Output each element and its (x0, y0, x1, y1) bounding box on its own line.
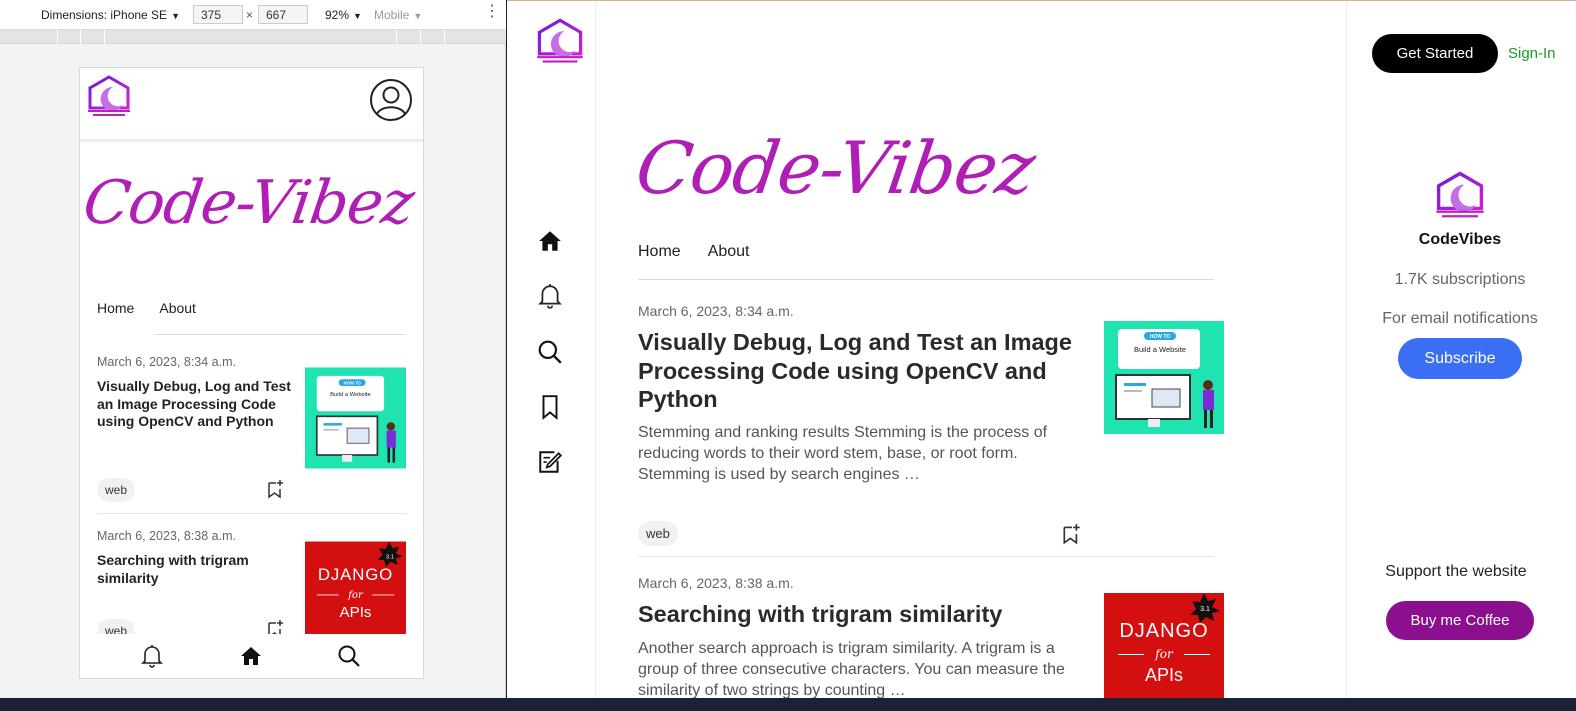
post-thumbnail[interactable]: 3.1 DJANGO for APIs (1104, 593, 1224, 698)
svg-text:DJANGO: DJANGO (318, 565, 393, 584)
home-icon[interactable] (537, 228, 563, 254)
post-date: March 6, 2023, 8:34 a.m. (638, 303, 794, 319)
post-title[interactable]: Visually Debug, Log and Test an Image Pr… (97, 378, 292, 431)
email-notifications-label: For email notifications (1382, 310, 1538, 327)
search-icon[interactable] (537, 339, 563, 365)
more-options-icon[interactable]: ⋮ (484, 4, 500, 20)
support-label: Support the website (1385, 563, 1527, 580)
logo-icon (1436, 171, 1484, 218)
buy-me-coffee-button[interactable]: Buy me Coffee (1386, 601, 1534, 640)
zoom-select[interactable]: 92% ▼ (325, 8, 362, 22)
svg-text:Build a Website: Build a Website (330, 392, 371, 398)
device-width-input[interactable] (193, 5, 243, 24)
svg-text:Build a Website: Build a Website (1134, 345, 1186, 354)
logo-icon[interactable] (534, 17, 586, 67)
mobile-bottom-nav (80, 634, 423, 678)
svg-text:DJANGO: DJANGO (1119, 620, 1208, 642)
sign-in-link[interactable]: Sign-In (1508, 45, 1556, 62)
svg-text:HOW TO: HOW TO (1150, 334, 1171, 340)
svg-text:3.1: 3.1 (386, 554, 394, 560)
main-nav: Home About (638, 243, 777, 261)
media-query-ruler[interactable] (0, 30, 506, 44)
device-toolbar: Dimensions: iPhone SE▼ × 92%▼ Mobile▼ ⋮ (0, 0, 506, 30)
chevron-down-icon: ▼ (413, 11, 423, 21)
mobile-header (80, 68, 423, 142)
times-sign: × (246, 8, 254, 22)
bookmark-add-icon[interactable] (267, 479, 285, 499)
post-date: March 6, 2023, 8:38 a.m. (638, 575, 794, 591)
nav-divider (154, 334, 406, 335)
bell-icon[interactable] (537, 283, 563, 309)
device-name: Dimensions: iPhone SE (41, 8, 168, 22)
svg-text:for: for (1154, 647, 1174, 661)
bell-icon[interactable] (141, 644, 163, 668)
post-thumbnail[interactable]: 3.1 DJANGO for APIs (305, 541, 406, 643)
nav-home[interactable]: Home (97, 300, 134, 316)
post-excerpt: Another search approach is trigram simil… (638, 640, 1065, 698)
post-tag[interactable]: web (97, 478, 136, 502)
nav-about[interactable]: About (708, 243, 750, 260)
site-brand[interactable]: Code-Vibez (80, 168, 418, 238)
avatar-icon[interactable] (369, 78, 413, 122)
device-mode-select[interactable]: Mobile ▼ (374, 8, 422, 22)
post-card[interactable]: March 6, 2023, 8:38 a.m. Searching with … (638, 575, 1224, 698)
post-separator (638, 556, 1214, 557)
desktop-taskbar (0, 698, 1576, 711)
svg-text:APIs: APIs (340, 604, 372, 621)
svg-text:for: for (347, 590, 364, 601)
desktop-viewport: Code-Vibez Home About March 6, 2023, 8:34… (507, 0, 1576, 698)
chevron-down-icon: ▼ (171, 11, 180, 21)
post-card[interactable]: March 6, 2023, 8:34 a.m. Visually Debug,… (97, 355, 407, 514)
get-started-button[interactable]: Get Started (1372, 34, 1498, 73)
nav-home[interactable]: Home (638, 243, 681, 260)
subscribe-button[interactable]: Subscribe (1398, 338, 1522, 379)
svg-text:APIs: APIs (1145, 665, 1183, 685)
post-card[interactable]: March 6, 2023, 8:34 a.m. Visually Debug,… (638, 303, 1224, 557)
bookmark-icon[interactable] (537, 394, 563, 420)
post-separator (97, 513, 407, 514)
logo-icon[interactable] (85, 75, 133, 119)
device-height-input[interactable] (258, 5, 308, 24)
search-icon[interactable] (337, 644, 361, 668)
home-icon[interactable] (239, 644, 263, 668)
subscriptions-count: 1.7K subscriptions (1394, 271, 1526, 288)
svg-text:3.1: 3.1 (1200, 606, 1210, 613)
channel-name: CodeVibes (1418, 231, 1502, 248)
mobile-nav: Home About (97, 300, 221, 316)
post-tag[interactable]: web (638, 521, 678, 546)
device-dimensions-select[interactable]: Dimensions: iPhone SE ▼ (41, 8, 180, 22)
svg-text:HOW TO: HOW TO (344, 380, 362, 385)
mobile-viewport: Code-Vibez Home About March 6, 2023, 8:34… (79, 67, 424, 679)
post-title[interactable]: Searching with trigram similarity (638, 600, 1088, 629)
post-card[interactable]: March 6, 2023, 8:38 a.m. Searching with … (97, 529, 407, 643)
post-excerpt: Stemming and ranking results Stemming is… (638, 424, 1048, 483)
post-thumbnail[interactable]: HOW TO Build a Website (305, 367, 406, 469)
device-mode-value: Mobile (374, 8, 410, 22)
post-title[interactable]: Searching with trigram similarity (97, 552, 292, 587)
nav-divider (638, 279, 1214, 280)
chevron-down-icon: ▼ (353, 11, 362, 21)
main-feed: Code-Vibez Home About March 6, 2023, 8:34… (596, 1, 1346, 698)
post-title[interactable]: Visually Debug, Log and Test an Image Pr… (638, 328, 1088, 414)
write-icon[interactable] (537, 449, 563, 475)
left-rail (507, 1, 596, 698)
site-brand[interactable]: Code-Vibez (631, 126, 1039, 210)
devtools-pane: Dimensions: iPhone SE▼ × 92%▼ Mobile▼ ⋮ (0, 0, 506, 698)
bookmark-add-icon[interactable] (1062, 523, 1082, 545)
post-thumbnail[interactable]: HOW TO Build a Website (1104, 321, 1224, 434)
zoom-value: 92% (325, 8, 350, 22)
nav-about[interactable]: About (159, 300, 196, 316)
right-sidebar: Get Started Sign-In CodeVibes 1.7K subsc… (1346, 1, 1576, 698)
